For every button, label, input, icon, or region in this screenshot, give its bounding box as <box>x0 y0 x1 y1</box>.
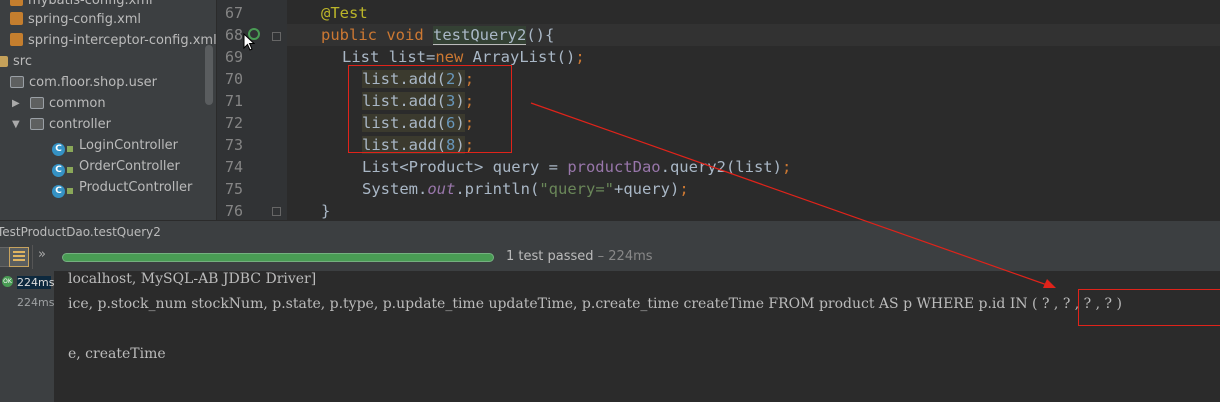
tree-item-label: controller <box>49 117 112 132</box>
line-number: 73 <box>224 136 243 154</box>
line-number: 76 <box>224 202 243 220</box>
status-label: 1 test passed <box>506 249 594 264</box>
tree-item-label: LoginController <box>79 138 179 153</box>
toolbar-divider <box>32 245 33 269</box>
package-icon <box>30 97 44 109</box>
line-number: 68 <box>224 26 243 44</box>
fold-marker-icon[interactable] <box>272 32 281 41</box>
code-line-74: List<Product> query = productDao.query2(… <box>362 158 792 176</box>
mouse-cursor-icon <box>243 33 255 51</box>
class-icon: C <box>52 185 65 198</box>
code-line-75: System.out.println("query="+query); <box>362 180 689 198</box>
xml-file-icon <box>10 33 23 46</box>
project-tree: mybatis-config.xml spring-config.xml spr… <box>0 0 216 220</box>
lock-icon <box>67 146 73 152</box>
tree-item-label: spring-interceptor-config.xml <box>28 33 216 48</box>
sort-button[interactable] <box>9 247 29 267</box>
test-results-tree <box>0 271 54 402</box>
tree-item-label: common <box>49 96 106 111</box>
folder-icon <box>0 56 8 67</box>
xml-file-icon <box>10 12 23 25</box>
tree-item-label: OrderController <box>79 159 180 174</box>
line-number: 71 <box>224 92 243 110</box>
tree-item-spring-interceptor-config[interactable]: spring-interceptor-config.xml <box>10 30 216 51</box>
package-icon <box>30 118 44 130</box>
expand-arrow-icon[interactable]: ▶ <box>12 98 20 109</box>
class-icon: C <box>52 143 65 156</box>
tree-item-package-root[interactable]: com.floor.shop.user <box>10 72 157 93</box>
code-line-68: public void testQuery2(){ <box>287 24 1220 46</box>
status-time: – 224ms <box>593 249 653 264</box>
lock-icon <box>67 188 73 194</box>
lock-icon <box>67 167 73 173</box>
console-line: localhost, MySQL-AB JDBC Driver] <box>68 271 317 287</box>
list-icon <box>13 251 25 263</box>
class-icon: C <box>52 164 65 177</box>
test-time[interactable]: 224ms <box>17 276 54 289</box>
test-status: 1 test passed – 224ms <box>506 249 653 264</box>
annotation-box-placeholders <box>1078 289 1220 326</box>
line-number: 72 <box>224 114 243 132</box>
package-icon <box>10 76 24 88</box>
tree-item-spring-config[interactable]: spring-config.xml <box>10 9 141 30</box>
run-tab-title[interactable]: TestProductDao.testQuery2 <box>0 221 161 243</box>
line-number: 69 <box>224 48 243 66</box>
fold-marker-icon[interactable] <box>272 207 281 216</box>
test-time[interactable]: 224ms <box>17 296 54 309</box>
annotation-box-list-add <box>348 65 512 153</box>
run-panel-header: TestProductDao.testQuery2 <box>0 220 1220 243</box>
tree-item-order-controller[interactable]: C OrderController <box>52 156 180 177</box>
console-line: ice, p.stock_num stockNum, p.state, p.ty… <box>68 296 1122 312</box>
test-progress-bar <box>62 253 494 262</box>
tree-item-controller[interactable]: controller <box>30 114 111 135</box>
tree-item-common[interactable]: common <box>30 93 106 114</box>
console-output[interactable]: localhost, MySQL-AB JDBC Driver] ice, p.… <box>56 271 1220 402</box>
collapse-arrow-icon[interactable]: ▼ <box>12 119 20 130</box>
xml-file-icon <box>10 0 23 6</box>
code-line-67: @Test <box>321 4 368 22</box>
tree-item-label: ProductController <box>79 180 193 195</box>
line-number: 75 <box>224 180 243 198</box>
tree-item-label: com.floor.shop.user <box>29 75 157 90</box>
line-number: 70 <box>224 70 243 88</box>
tree-item-label: src <box>13 54 32 69</box>
line-number: 67 <box>224 4 243 22</box>
tree-item-label: spring-config.xml <box>28 12 142 27</box>
code-line-76: } <box>321 202 331 220</box>
tree-item-login-controller[interactable]: C LoginController <box>52 135 178 156</box>
tree-item-src[interactable]: src <box>0 51 32 72</box>
more-chevron-icon[interactable]: » <box>38 247 46 262</box>
tree-scrollbar[interactable] <box>205 45 213 105</box>
line-number: 74 <box>224 158 243 176</box>
console-line: e, createTime <box>68 346 166 362</box>
test-passed-icon: OK <box>2 276 13 287</box>
tree-item-label: mybatis-config.xml <box>28 0 153 8</box>
tree-item-product-controller[interactable]: C ProductController <box>52 177 192 198</box>
